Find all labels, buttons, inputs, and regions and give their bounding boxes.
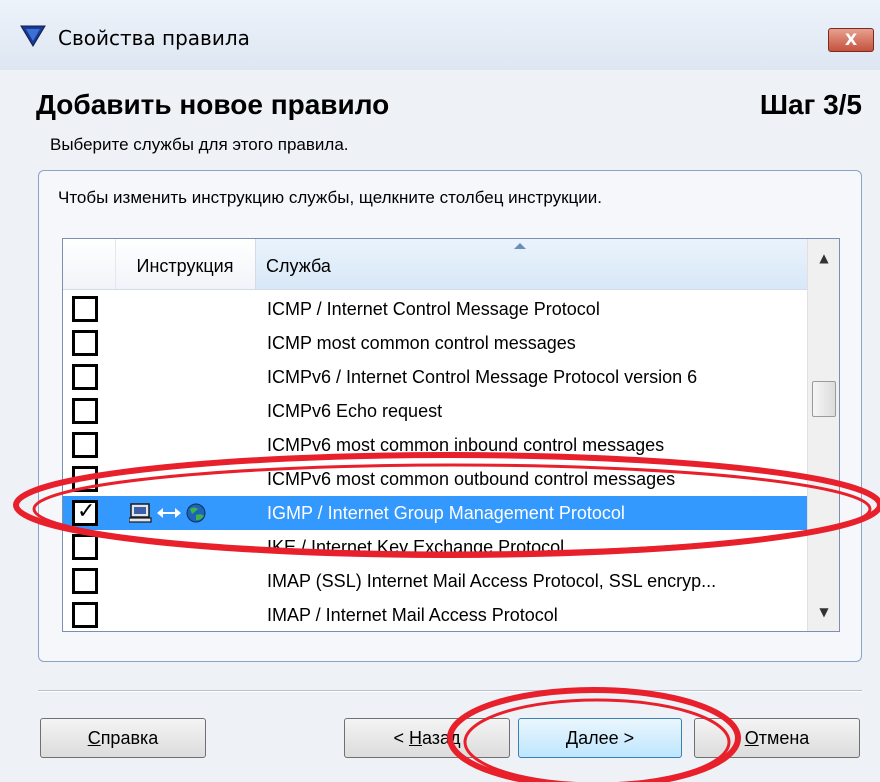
service-name: IMAP (SSL) Internet Mail Access Protocol… bbox=[267, 571, 717, 591]
table-row[interactable]: ICMPv6 most common outbound control mess… bbox=[63, 462, 807, 496]
next-button-label: алее > bbox=[578, 728, 635, 748]
table-row[interactable]: ICMPv6 Echo request bbox=[63, 394, 807, 428]
row-checkbox[interactable] bbox=[72, 296, 98, 322]
scroll-up-icon[interactable]: ▲ bbox=[808, 243, 839, 273]
row-checkbox[interactable] bbox=[72, 330, 98, 356]
globe-icon bbox=[186, 503, 206, 523]
service-name: IKE / Internet Key Exchange Protocol bbox=[267, 537, 565, 557]
instruction-text: Чтобы изменить инструкцию службы, щелкни… bbox=[58, 188, 602, 207]
help-button-label: правка bbox=[100, 728, 159, 748]
table-row[interactable]: ICMPv6 most common inbound control messa… bbox=[63, 428, 807, 462]
column-header-service[interactable]: Служба bbox=[256, 239, 807, 289]
service-name: ICMPv6 Echo request bbox=[267, 401, 443, 421]
row-checkbox[interactable] bbox=[72, 466, 98, 492]
sort-ascending-icon bbox=[514, 243, 526, 249]
table-row-selected[interactable]: ✓ IGMP / Internet Group Management Proto… bbox=[63, 496, 807, 530]
row-checkbox[interactable] bbox=[72, 534, 98, 560]
scroll-thumb[interactable] bbox=[812, 381, 836, 417]
table-row[interactable]: IMAP / Internet Mail Access Protocol bbox=[63, 598, 807, 631]
row-checkbox[interactable] bbox=[72, 398, 98, 424]
service-name: ICMP / Internet Control Message Protocol bbox=[267, 299, 600, 319]
bidirectional-arrow-icon bbox=[157, 508, 181, 518]
checkmark-icon: ✓ bbox=[77, 499, 96, 524]
scroll-down-icon[interactable]: ▼ bbox=[808, 597, 839, 627]
computer-icon bbox=[129, 503, 152, 523]
back-button[interactable]: < Назад bbox=[344, 718, 510, 758]
service-name: ICMP most common control messages bbox=[267, 333, 576, 353]
row-checkbox[interactable] bbox=[72, 364, 98, 390]
help-button-mnemonic: С bbox=[87, 728, 101, 748]
cancel-button-mnemonic: О bbox=[744, 728, 759, 748]
table-row[interactable]: ICMPv6 / Internet Control Message Protoc… bbox=[63, 360, 807, 394]
close-button[interactable]: X bbox=[828, 28, 874, 52]
back-button-label: азад bbox=[421, 728, 461, 748]
title-bar[interactable]: Свойства правила X bbox=[0, 0, 880, 70]
column-header-check[interactable] bbox=[63, 239, 116, 289]
service-name: ICMPv6 / Internet Control Message Protoc… bbox=[267, 367, 698, 387]
back-button-prefix: < bbox=[393, 728, 409, 748]
table-row[interactable]: IMAP (SSL) Internet Mail Access Protocol… bbox=[63, 564, 807, 598]
table-row[interactable]: ICMP most common control messages bbox=[63, 326, 807, 360]
firewall-app-icon bbox=[20, 25, 46, 47]
table-row[interactable]: IKE / Internet Key Exchange Protocol bbox=[63, 530, 807, 564]
window-title: Свойства правила bbox=[58, 26, 250, 50]
table-row[interactable]: ICMP / Internet Control Message Protocol bbox=[63, 292, 807, 326]
service-name: ICMPv6 most common outbound control mess… bbox=[267, 469, 676, 489]
page-title: Добавить новое правило bbox=[36, 89, 390, 120]
cancel-button-label: тмена bbox=[758, 728, 810, 748]
vertical-scrollbar[interactable]: ▲ ▼ bbox=[807, 239, 839, 631]
list-header: Инструкция Служба bbox=[63, 239, 807, 290]
next-button[interactable]: Далее > bbox=[518, 718, 682, 758]
row-checkbox[interactable] bbox=[72, 568, 98, 594]
column-header-instruction[interactable]: Инструкция bbox=[115, 239, 256, 289]
list-rows: ICMP / Internet Control Message Protocol… bbox=[63, 292, 807, 631]
row-checkbox[interactable] bbox=[72, 602, 98, 628]
cancel-button[interactable]: Отмена bbox=[694, 718, 860, 758]
divider bbox=[38, 690, 862, 692]
help-button[interactable]: Справка bbox=[40, 718, 206, 758]
row-checkbox[interactable] bbox=[72, 432, 98, 458]
next-button-mnemonic: Д bbox=[565, 728, 579, 748]
service-list[interactable]: Инструкция Служба ICMP / Internet Contro… bbox=[62, 238, 840, 632]
instruction-icons[interactable] bbox=[129, 502, 219, 524]
row-checkbox-checked[interactable]: ✓ bbox=[72, 499, 98, 526]
service-name: ICMPv6 most common inbound control messa… bbox=[267, 435, 665, 455]
service-name: IGMP / Internet Group Management Protoco… bbox=[267, 503, 625, 523]
column-header-service-label: Служба bbox=[266, 256, 331, 276]
page-subtitle: Выберите службы для этого правила. bbox=[50, 135, 349, 154]
back-button-mnemonic: Н bbox=[408, 728, 422, 748]
step-indicator: Шаг 3/5 bbox=[759, 89, 862, 120]
service-name: IMAP / Internet Mail Access Protocol bbox=[267, 605, 558, 625]
